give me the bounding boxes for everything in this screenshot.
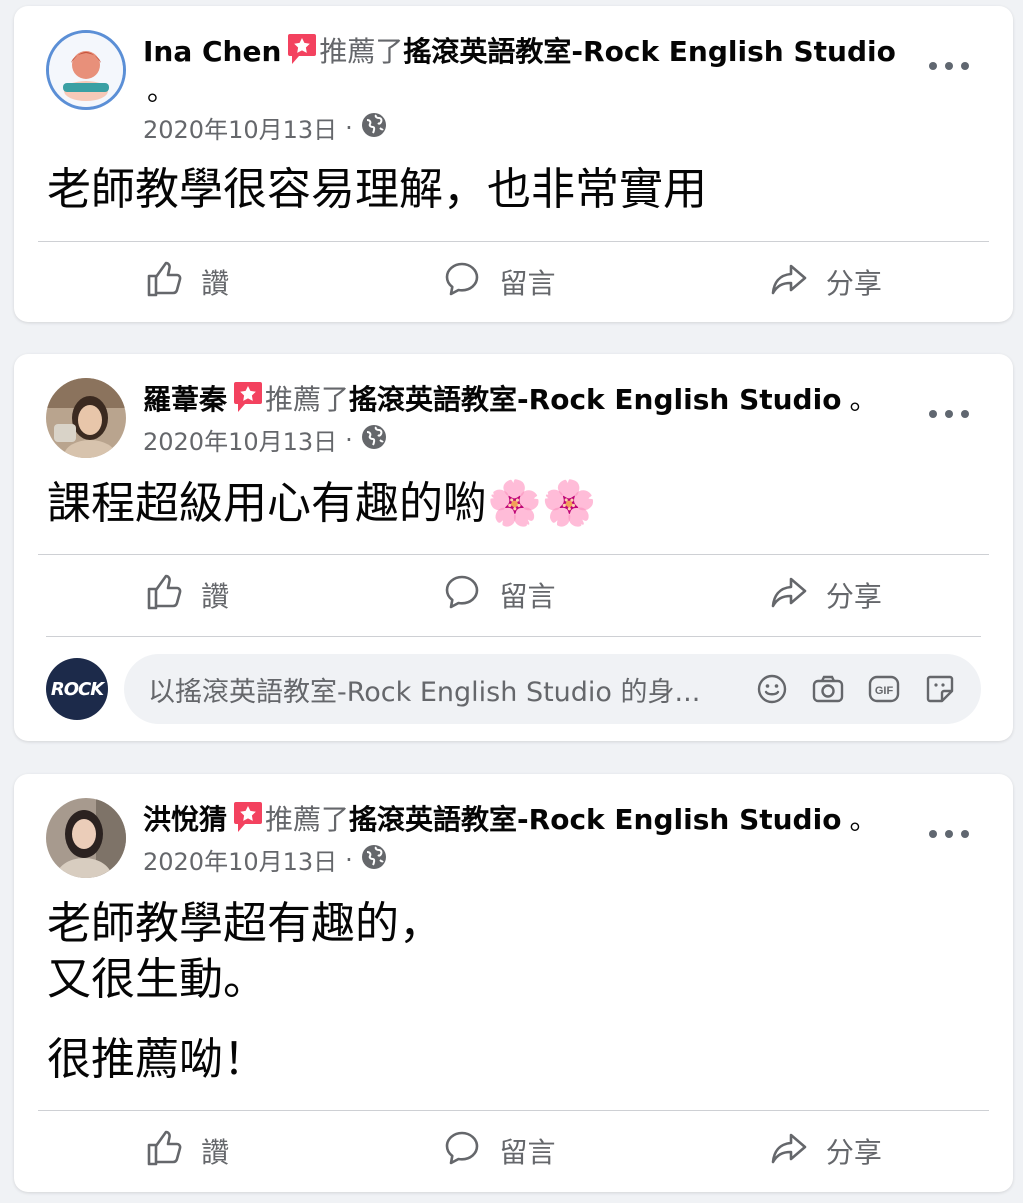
share-label: 分享 [825, 1136, 882, 1169]
comment-placeholder: 以搖滾英語教室-Rock English Studio 的身... [148, 676, 701, 708]
meta-separator: · [345, 113, 353, 142]
author-name[interactable]: 洪悅猜 [143, 803, 227, 836]
divider [38, 241, 989, 242]
like-label: 讚 [201, 580, 230, 613]
meta-separator: · [345, 845, 353, 874]
comment-label: 留言 [499, 1136, 556, 1169]
like-button[interactable]: 讚 [145, 260, 229, 305]
post-meta: 2020年10月13日 · [143, 110, 387, 145]
share-button[interactable]: 分享 [770, 573, 882, 618]
recommend-text: 推薦了 [265, 383, 350, 416]
comment-label: 留言 [499, 580, 556, 613]
post-date[interactable]: 2020年10月13日 [143, 422, 337, 457]
more-options-icon[interactable] [929, 824, 969, 844]
post-date[interactable]: 2020年10月13日 [143, 842, 337, 877]
share-icon [770, 573, 808, 618]
emoji-icon[interactable] [755, 672, 789, 706]
action-bar: 讚 留言 分享 [38, 560, 989, 630]
period: 。 [147, 74, 176, 107]
divider [38, 1110, 989, 1111]
recommend-text: 推薦了 [319, 35, 404, 68]
share-label: 分享 [825, 580, 882, 613]
comment-tools: GIF [755, 672, 957, 706]
divider [46, 636, 981, 637]
post-body-line: 很推薦呦！ [47, 1034, 267, 1085]
globe-icon [361, 424, 387, 456]
action-bar: 讚 留言 分享 [38, 1116, 989, 1186]
like-icon [145, 260, 183, 305]
post-body-line: 老師教學很容易理解，也非常實用 [47, 164, 707, 215]
post-body: 老師教學很容易理解，也非常實用 [47, 162, 707, 218]
page-name-link[interactable]: 搖滾英語教室-Rock English Studio [403, 35, 895, 68]
post-header: 羅葦秦 推薦了搖滾英語教室-Rock English Studio。 [143, 380, 923, 422]
comment-input[interactable]: 以搖滾英語教室-Rock English Studio 的身... GIF [124, 654, 981, 724]
post-header: Ina Chen 推薦了搖滾英語教室-Rock English Studio 。 [143, 32, 923, 108]
more-options-icon[interactable] [929, 404, 969, 424]
post-body-line: 課程超級用心有趣的喲🌸🌸 [47, 478, 597, 529]
comment-button[interactable]: 留言 [443, 260, 556, 305]
gif-icon[interactable]: GIF [867, 672, 901, 706]
avatar[interactable] [46, 30, 126, 110]
like-label: 讚 [201, 267, 230, 300]
review-card: 羅葦秦 推薦了搖滾英語教室-Rock English Studio。 2020年1… [14, 354, 1013, 741]
sticker-icon[interactable] [923, 672, 957, 706]
post-body-line: 老師教學超有趣的， [47, 898, 443, 949]
like-label: 讚 [201, 1136, 230, 1169]
comment-icon [443, 573, 481, 618]
post-meta: 2020年10月13日 · [143, 422, 387, 457]
page-name-link[interactable]: 搖滾英語教室-Rock English Studio [349, 803, 841, 836]
post-date[interactable]: 2020年10月13日 [143, 110, 337, 145]
divider [38, 554, 989, 555]
comment-icon [443, 1129, 481, 1174]
post-body-line: 又很生動。 [47, 954, 267, 1005]
period: 。 [849, 803, 878, 836]
meta-separator: · [345, 425, 353, 454]
author-name[interactable]: 羅葦秦 [143, 383, 227, 416]
recommend-text: 推薦了 [265, 803, 350, 836]
share-icon [770, 1129, 808, 1174]
share-button[interactable]: 分享 [770, 260, 882, 305]
post-body: 老師教學超有趣的， 又很生動。 很推薦呦！ [47, 896, 443, 1088]
review-card: 洪悅猜 推薦了搖滾英語教室-Rock English Studio。 2020年1… [14, 774, 1013, 1192]
comment-icon [443, 260, 481, 305]
recommend-star-icon [233, 380, 263, 422]
share-icon [770, 260, 808, 305]
comment-button[interactable]: 留言 [443, 1129, 556, 1174]
post-meta: 2020年10月13日 · [143, 842, 387, 877]
recommend-star-icon [287, 32, 317, 74]
post-header: 洪悅猜 推薦了搖滾英語教室-Rock English Studio。 [143, 800, 923, 842]
page-name-link[interactable]: 搖滾英語教室-Rock English Studio [349, 383, 841, 416]
avatar[interactable] [46, 378, 126, 458]
period: 。 [849, 383, 878, 416]
more-options-icon[interactable] [929, 56, 969, 76]
action-bar: 讚 留言 分享 [38, 247, 989, 317]
camera-icon[interactable] [811, 672, 845, 706]
review-card: Ina Chen 推薦了搖滾英語教室-Rock English Studio 。 2… [14, 6, 1013, 322]
like-button[interactable]: 讚 [145, 1129, 229, 1174]
page-avatar[interactable]: ROCK [46, 658, 108, 720]
like-icon [145, 573, 183, 618]
avatar[interactable] [46, 798, 126, 878]
share-button[interactable]: 分享 [770, 1129, 882, 1174]
recommend-star-icon [233, 800, 263, 842]
like-icon [145, 1129, 183, 1174]
svg-text:GIF: GIF [875, 685, 894, 697]
globe-icon [361, 844, 387, 876]
share-label: 分享 [825, 267, 882, 300]
comment-composer: ROCK 以搖滾英語教室-Rock English Studio 的身... G… [46, 654, 981, 724]
globe-icon [361, 112, 387, 144]
comment-button[interactable]: 留言 [443, 573, 556, 618]
comment-label: 留言 [499, 267, 556, 300]
author-name[interactable]: Ina Chen [143, 35, 281, 68]
like-button[interactable]: 讚 [145, 573, 229, 618]
post-body: 課程超級用心有趣的喲🌸🌸 [47, 476, 597, 532]
